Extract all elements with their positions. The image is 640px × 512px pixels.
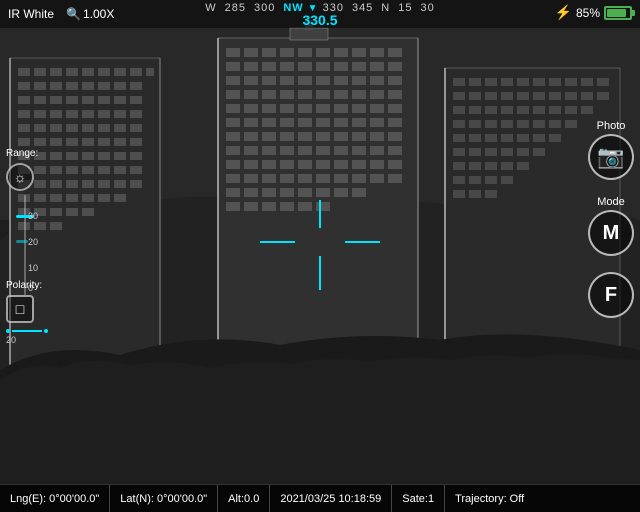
battery-percent: 85% [576,6,600,20]
zoom-icon: 🔍 [66,7,81,21]
photo-section: Photo 📷 [588,120,634,180]
range-control: Range: ☼ 30 20 10 0 [6,148,46,295]
camera-view [0,0,640,512]
range-label: Range: [6,148,46,159]
datetime-display: 2021/03/25 10:18:59 [270,485,392,512]
mode-label: Mode [597,196,625,208]
camera-icon: 📷 [597,144,624,170]
compass-W: W [201,2,220,14]
compass-345: 345 [348,2,377,14]
mode-section: Mode M [588,196,634,256]
ir-mode-label: IR White [0,5,62,23]
heading-value: 330.5 [302,12,337,28]
compass-300: 300 [250,2,279,14]
battery-icon [604,6,632,20]
right-controls: Photo 📷 Mode M F [588,120,634,318]
range-dial[interactable]: ☼ [6,163,34,191]
longitude-display: Lng(E): 0°00'00.0" [0,485,110,512]
photo-label: Photo [597,120,626,132]
satellite-display: Sate:1 [392,485,445,512]
compass-15: 15 [394,2,416,14]
polarity-label: Polarity: [6,280,48,291]
polarity-box[interactable]: □ [6,295,34,323]
battery-container: ⚡ 85% [555,4,632,21]
zoom-level: 1.00X [83,7,114,21]
f-section: F [588,272,634,318]
compass-285: 285 [221,2,250,14]
f-icon: F [605,284,617,307]
trajectory-display: Trajectory: Off [445,485,534,512]
mode-icon: M [603,222,620,245]
latitude-display: Lat(N): 0°00'00.0" [110,485,218,512]
compass-bar: W 285 300 NW ▼ 330 345 N 15 30 330.5 [201,0,439,28]
compass-30: 30 [417,2,439,14]
altitude-display: Alt:0.0 [218,485,270,512]
f-button[interactable]: F [588,272,634,318]
battery-fill [607,9,626,17]
photo-button[interactable]: 📷 [588,134,634,180]
thermal-scene [0,0,640,484]
polarity-control: Polarity: □ 20 [6,280,48,345]
mode-button[interactable]: M [588,210,634,256]
signal-icon: ⚡ [555,4,572,21]
compass-N: N [377,2,394,14]
bottom-status-bar: Lng(E): 0°00'00.0" Lat(N): 0°00'00.0" Al… [0,484,640,512]
